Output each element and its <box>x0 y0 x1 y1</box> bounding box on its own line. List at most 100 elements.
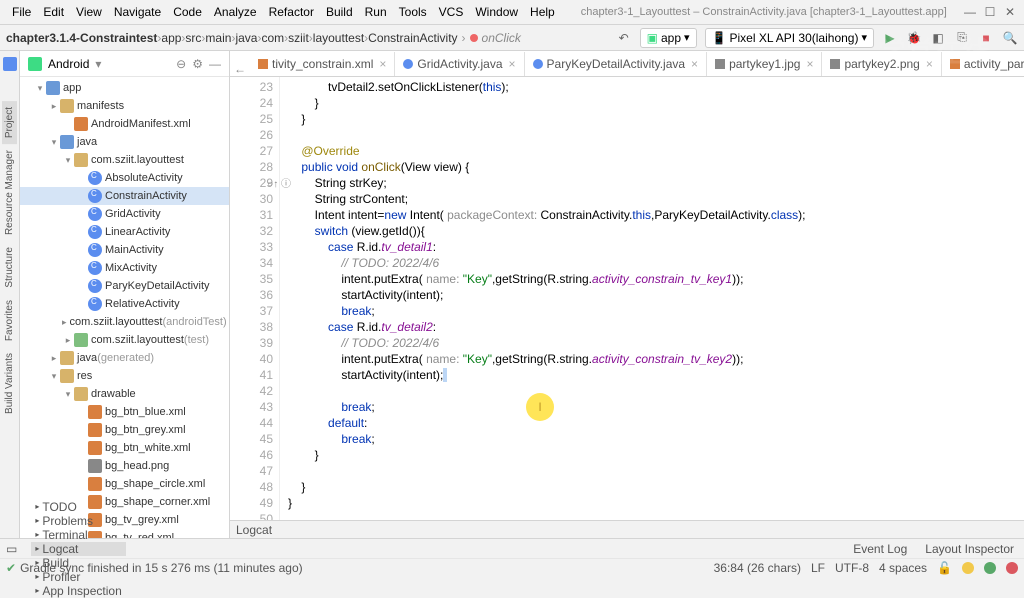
close-tab-icon[interactable]: × <box>806 57 813 71</box>
tree-item[interactable]: ▾app <box>20 79 229 97</box>
bottom-toolbar: ▭ ▸TODO▸Problems▸Terminal▸Logcat▸Build▸P… <box>0 538 1024 558</box>
menu-vcs[interactable]: VCS <box>433 5 470 19</box>
crumb-segment[interactable]: src <box>185 31 201 45</box>
tree-item[interactable]: ConstrainActivity <box>20 187 229 205</box>
tree-item[interactable]: ▸com.sziit.layouttest (androidTest) <box>20 313 229 331</box>
code-area[interactable]: I tvDetail2.setOnClickListener(this); } … <box>280 77 1024 520</box>
tree-item[interactable]: ▸com.sziit.layouttest (test) <box>20 331 229 349</box>
panel-title[interactable]: Android <box>48 57 89 71</box>
menu-file[interactable]: File <box>6 5 37 19</box>
project-panel: Android▾ ⊖ ⚙ — ▾app▸manifestsAndroidMani… <box>20 51 230 538</box>
tree-item[interactable]: GridActivity <box>20 205 229 223</box>
stop-icon[interactable]: ■ <box>978 30 994 46</box>
editor-tab[interactable]: tivity_constrain.xml× <box>250 52 395 76</box>
crumb-segment[interactable]: main <box>205 31 231 45</box>
settings-icon[interactable]: ⚙ <box>192 57 203 71</box>
search-icon[interactable]: 🔍 <box>1002 30 1018 46</box>
tree-item[interactable]: ▸manifests <box>20 97 229 115</box>
attach-icon[interactable]: ⎘ <box>954 30 970 46</box>
code-editor[interactable]: ⚠ 4 ^ ⌄ 23242526272829○↑ ⓘ30313233343536… <box>230 77 1024 520</box>
tree-item[interactable]: ▾drawable <box>20 385 229 403</box>
tree-item[interactable]: ▾res <box>20 367 229 385</box>
hide-icon[interactable]: — <box>209 57 221 71</box>
tree-item[interactable]: LinearActivity <box>20 223 229 241</box>
tree-item[interactable]: bg_btn_blue.xml <box>20 403 229 421</box>
bottom-tool-terminal[interactable]: ▸Terminal <box>31 528 125 542</box>
menu-run[interactable]: Run <box>359 5 393 19</box>
menu-edit[interactable]: Edit <box>37 5 70 19</box>
close-tab-icon[interactable]: × <box>691 57 698 71</box>
menu-build[interactable]: Build <box>320 5 359 19</box>
menu-navigate[interactable]: Navigate <box>108 5 167 19</box>
collapse-icon[interactable]: ⊖ <box>176 57 186 71</box>
close-tab-icon[interactable]: × <box>509 57 516 71</box>
tree-item[interactable]: ▾com.sziit.layouttest <box>20 151 229 169</box>
debug-icon[interactable]: 🐞 <box>906 30 922 46</box>
tree-item[interactable]: bg_shape_circle.xml <box>20 475 229 493</box>
editor-tab[interactable]: activity_pary_key_detail.xml× <box>942 52 1024 76</box>
crumb-segment[interactable]: layouttest <box>313 31 364 45</box>
left-tab-resource-manager[interactable]: Resource Manager <box>2 144 17 241</box>
file-encoding[interactable]: UTF-8 <box>835 561 869 575</box>
project-tree[interactable]: ▾app▸manifestsAndroidManifest.xml▾java▾c… <box>20 77 229 538</box>
menu-code[interactable]: Code <box>167 5 208 19</box>
tree-item[interactable]: MainActivity <box>20 241 229 259</box>
menu-tools[interactable]: Tools <box>393 5 433 19</box>
editor-tab[interactable]: partykey2.png× <box>822 52 941 76</box>
tree-item[interactable]: MixActivity <box>20 259 229 277</box>
menu-help[interactable]: Help <box>524 5 561 19</box>
face-yellow-icon <box>962 562 974 574</box>
line-separator[interactable]: LF <box>811 561 825 575</box>
tree-item[interactable]: AbsoluteActivity <box>20 169 229 187</box>
indent-info[interactable]: 4 spaces <box>879 561 927 575</box>
run-icon[interactable]: ▶ <box>882 30 898 46</box>
bottom-tool-layout-inspector[interactable]: Layout Inspector <box>921 542 1018 556</box>
bottom-tool-problems[interactable]: ▸Problems <box>31 514 125 528</box>
statusbar: ✔ Gradle sync finished in 15 s 276 ms (1… <box>0 558 1024 576</box>
menu-window[interactable]: Window <box>469 5 524 19</box>
tree-item[interactable]: ParyKeyDetailActivity <box>20 277 229 295</box>
readonly-icon[interactable]: 🔓 <box>937 561 952 575</box>
profile-icon[interactable]: ◧ <box>930 30 946 46</box>
device-selector[interactable]: 📱Pixel XL API 30(laihong) ▾ <box>705 28 874 48</box>
crumb-segment[interactable]: sziit <box>288 31 309 45</box>
toggle-icon[interactable]: ▭ <box>6 542 17 556</box>
tree-item[interactable]: RelativeActivity <box>20 295 229 313</box>
tree-item[interactable]: bg_head.png <box>20 457 229 475</box>
run-config-selector[interactable]: ▣app ▾ <box>640 28 697 48</box>
tree-item[interactable]: ▸java (generated) <box>20 349 229 367</box>
bottom-tool-app-inspection[interactable]: ▸App Inspection <box>31 584 125 598</box>
project-tool-icon[interactable] <box>3 57 17 71</box>
editor-tab[interactable]: partykey1.jpg× <box>707 52 822 76</box>
tab-overflow-left-icon[interactable]: ← <box>230 62 250 76</box>
tree-item[interactable]: AndroidManifest.xml <box>20 115 229 133</box>
bottom-tool-todo[interactable]: ▸TODO <box>31 500 125 514</box>
maximize-icon[interactable]: ☐ <box>982 4 998 20</box>
left-tab-build-variants[interactable]: Build Variants <box>2 347 17 420</box>
left-tab-project[interactable]: Project <box>2 101 17 144</box>
menu-refactor[interactable]: Refactor <box>263 5 320 19</box>
bottom-tool-event-log[interactable]: Event Log <box>849 542 911 556</box>
close-tab-icon[interactable]: × <box>926 57 933 71</box>
crumb-segment[interactable]: chapter3.1.4-Constraintest <box>6 31 157 45</box>
logcat-strip[interactable]: Logcat <box>230 520 1024 538</box>
tree-item[interactable]: bg_btn_grey.xml <box>20 421 229 439</box>
sync-icon[interactable]: ↶ <box>616 30 632 46</box>
menu-view[interactable]: View <box>70 5 108 19</box>
editor-tab[interactable]: GridActivity.java× <box>395 52 524 76</box>
tree-item[interactable]: ▾java <box>20 133 229 151</box>
cursor-highlight-icon: I <box>526 393 554 421</box>
menu-analyze[interactable]: Analyze <box>208 5 263 19</box>
tree-item[interactable]: bg_btn_white.xml <box>20 439 229 457</box>
minimize-icon[interactable]: — <box>962 4 978 20</box>
editor-tab[interactable]: ParyKeyDetailActivity.java× <box>525 52 708 76</box>
crumb-segment[interactable]: ConstrainActivity <box>368 31 457 45</box>
crumb-segment[interactable]: app <box>161 31 181 45</box>
crumb-segment[interactable]: java <box>235 31 257 45</box>
close-tab-icon[interactable]: × <box>379 57 386 71</box>
close-icon[interactable]: ✕ <box>1002 4 1018 20</box>
bottom-tool-logcat[interactable]: ▸Logcat <box>31 542 125 556</box>
crumb-segment[interactable]: com <box>261 31 284 45</box>
left-tab-structure[interactable]: Structure <box>2 241 17 294</box>
left-tab-favorites[interactable]: Favorites <box>2 294 17 347</box>
